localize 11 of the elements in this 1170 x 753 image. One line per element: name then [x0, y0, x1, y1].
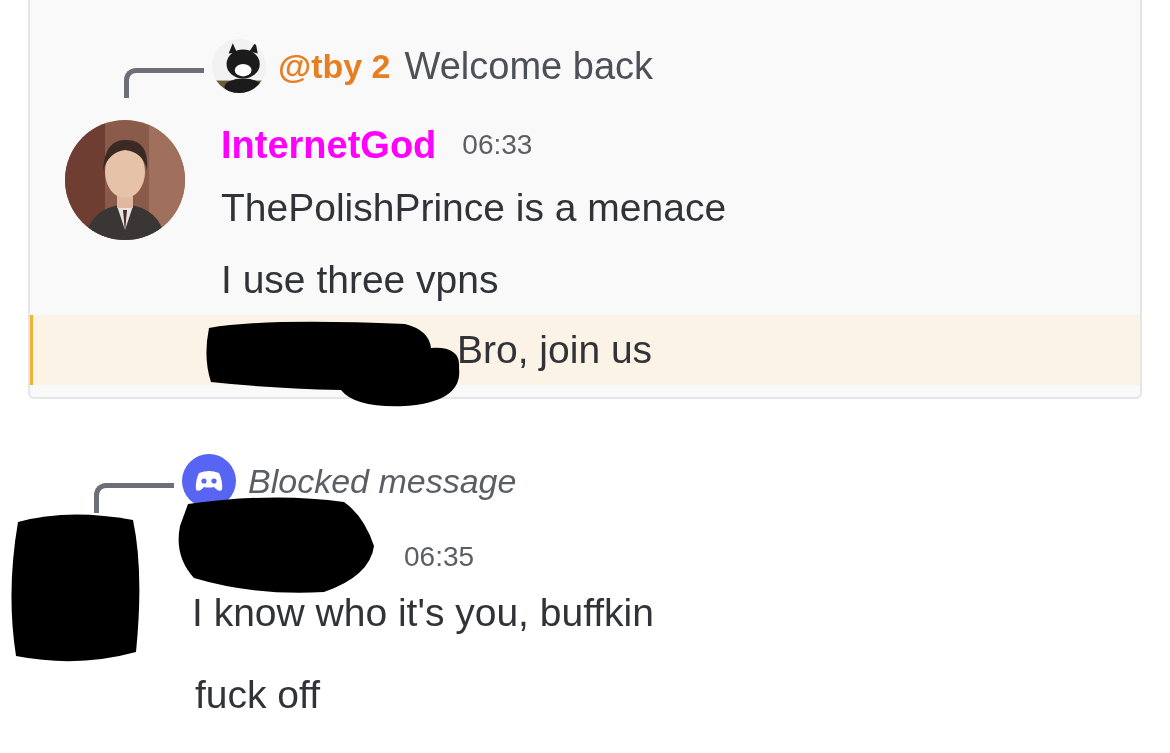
reply-author[interactable]: @tby 2 — [278, 46, 391, 86]
message-text: fuck off — [195, 673, 321, 717]
timestamp: 06:35 — [404, 541, 475, 573]
reply-text: Welcome back — [404, 44, 654, 88]
message-text: ThePolishPrince is a menace — [221, 185, 727, 230]
message-text: Bro, join us — [457, 328, 653, 372]
timestamp: 06:33 — [462, 129, 533, 161]
reply-text: Blocked message — [248, 461, 517, 501]
username[interactable]: InternetGod — [221, 123, 437, 167]
message-text: I know who it's you, buffkin — [192, 591, 654, 635]
message-text: I use three vpns — [221, 258, 499, 302]
